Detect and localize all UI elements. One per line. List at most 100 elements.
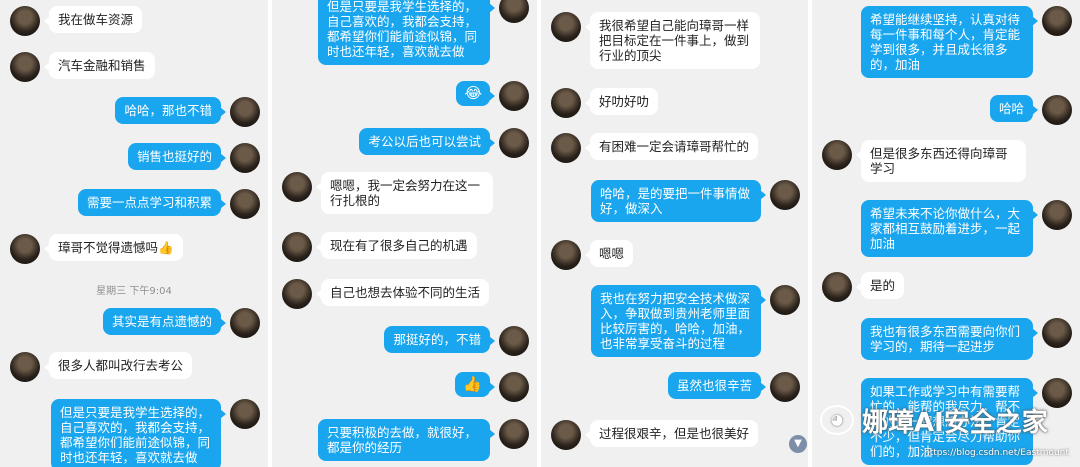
message-bubble[interactable]: 好叻好叻 bbox=[584, 88, 659, 115]
message-row: 好叻好叻 bbox=[551, 88, 659, 118]
avatar[interactable] bbox=[1042, 318, 1072, 348]
avatar[interactable] bbox=[770, 180, 800, 210]
avatar[interactable] bbox=[822, 140, 852, 170]
message-row: 璋哥不觉得遗憾吗👍 bbox=[10, 234, 183, 264]
message-row: 很多人都叫改行去考公 bbox=[10, 352, 193, 382]
avatar[interactable] bbox=[230, 97, 260, 127]
message-row: 哈哈，是的要把一件事情做好，做深入 bbox=[591, 180, 800, 222]
message-row: 考公以后也可以尝试 bbox=[359, 128, 529, 158]
message-row: 希望能继续坚持，认真对待每一件事和每个人，肯定能学到很多，并且成长很多的，加油 bbox=[861, 6, 1072, 78]
message-row: 嗯嗯 bbox=[551, 240, 634, 270]
message-bubble[interactable]: 现在有了很多自己的机遇 bbox=[316, 232, 477, 259]
message-row: 但是只要是我学生选择的，自己喜欢的，我都会支持，都希望你们能前途似锦，同时也还年… bbox=[318, 0, 529, 65]
avatar[interactable] bbox=[1042, 95, 1072, 125]
message-row: 过程很艰辛，但是也很美好 bbox=[551, 420, 759, 450]
message-row: 有困难一定会请璋哥帮忙的 bbox=[551, 133, 759, 163]
wechat-icon: ◕ bbox=[820, 405, 854, 435]
message-bubble[interactable]: 其实是有点遗憾的 bbox=[102, 308, 227, 335]
chevron-down-icon[interactable]: ▼ bbox=[789, 435, 807, 453]
message-bubble[interactable]: 嗯嗯，我一定会努力在这一行扎根的 bbox=[316, 172, 493, 214]
message-bubble[interactable]: 但是只要是我学生选择的，自己喜欢的，我都会支持，都希望你们能前途似锦，同时也还年… bbox=[318, 0, 495, 65]
message-bubble[interactable]: 销售也挺好的 bbox=[127, 143, 227, 170]
avatar[interactable] bbox=[551, 12, 581, 42]
message-row: 我在做车资源 bbox=[10, 6, 143, 36]
message-row: 是的 bbox=[822, 272, 905, 302]
avatar[interactable] bbox=[10, 234, 40, 264]
message-row: 我很希望自己能向璋哥一样把目标定在一件事上，做到行业的顶尖 bbox=[551, 12, 760, 69]
message-bubble[interactable]: 哈哈 bbox=[989, 95, 1039, 122]
message-bubble[interactable]: 希望能继续坚持，认真对待每一件事和每个人，肯定能学到很多，并且成长很多的，加油 bbox=[861, 6, 1038, 78]
message-row: 我也有很多东西需要向你们学习的，期待一起进步 bbox=[861, 318, 1072, 360]
message-bubble[interactable]: 自己也想去体验不同的生活 bbox=[315, 279, 490, 306]
message-bubble[interactable]: 嗯嗯 bbox=[584, 240, 634, 267]
message-bubble[interactable]: 我很希望自己能向璋哥一样把目标定在一件事上，做到行业的顶尖 bbox=[585, 12, 760, 69]
message-row: 但是只要是我学生选择的，自己喜欢的，我都会支持，都希望你们能前途似锦，同时也还年… bbox=[51, 399, 260, 467]
avatar[interactable] bbox=[10, 52, 40, 82]
message-bubble[interactable]: 哈哈，那也不错 bbox=[115, 97, 226, 124]
message-row: 👍 bbox=[455, 372, 529, 402]
avatar[interactable] bbox=[499, 81, 529, 111]
message-row: 汽车金融和销售 bbox=[10, 52, 155, 82]
message-bubble[interactable]: 只要积极的去做，就很好，都是你的经历 bbox=[318, 419, 495, 461]
avatar[interactable] bbox=[499, 128, 529, 158]
message-bubble[interactable]: 有困难一定会请璋哥帮忙的 bbox=[584, 133, 759, 160]
watermark-brand: 娜璋AI安全之家 bbox=[862, 407, 1048, 438]
avatar[interactable] bbox=[499, 326, 529, 356]
message-row: 那挺好的，不错 bbox=[384, 326, 529, 356]
message-row: 销售也挺好的 bbox=[127, 143, 260, 173]
message-row: 哈哈，那也不错 bbox=[115, 97, 260, 127]
message-bubble[interactable]: 但是只要是我学生选择的，自己喜欢的，我都会支持，都希望你们能前途似锦，同时也还年… bbox=[51, 399, 226, 467]
chat-panel-1: 我在做车资源 汽车金融和销售 哈哈，那也不错 销售也挺好的 需要一点点学习和积累… bbox=[0, 0, 268, 467]
watermark: ◕ 娜璋AI安全之家 bbox=[820, 400, 1078, 440]
message-row: 只要积极的去做，就很好，都是你的经历 bbox=[318, 419, 529, 461]
message-bubble[interactable]: 考公以后也可以尝试 bbox=[359, 128, 495, 155]
avatar[interactable] bbox=[282, 279, 312, 309]
avatar[interactable] bbox=[230, 143, 260, 173]
avatar[interactable] bbox=[499, 0, 529, 23]
message-row: 但是很多东西还得向璋哥学习 bbox=[822, 140, 1026, 182]
message-bubble[interactable]: 我也在努力把安全技术做深入，争取做到贵州老师里面比较厉害的，哈哈，加油，也非常享… bbox=[591, 285, 766, 357]
avatar[interactable] bbox=[10, 352, 40, 382]
message-bubble[interactable]: 希望未来不论你做什么，大家都相互鼓励着进步，一起加油 bbox=[861, 200, 1038, 257]
message-bubble[interactable]: 我在做车资源 bbox=[43, 6, 143, 33]
message-bubble[interactable]: 那挺好的，不错 bbox=[384, 326, 495, 353]
message-bubble[interactable]: 璋哥不觉得遗憾吗👍 bbox=[44, 234, 183, 261]
message-row: 嗯嗯，我一定会努力在这一行扎根的 bbox=[282, 172, 493, 214]
message-bubble[interactable]: 汽车金融和销售 bbox=[44, 52, 155, 79]
avatar[interactable] bbox=[770, 372, 800, 402]
laughing-emoji-icon[interactable]: 😂 bbox=[456, 81, 495, 106]
avatar[interactable] bbox=[499, 372, 529, 402]
message-bubble[interactable]: 是的 bbox=[855, 272, 905, 299]
avatar[interactable] bbox=[551, 133, 581, 163]
message-bubble[interactable]: 需要一点点学习和积累 bbox=[77, 189, 227, 216]
message-bubble[interactable]: 过程很艰辛，但是也很美好 bbox=[584, 420, 759, 447]
message-row: 其实是有点遗憾的 bbox=[102, 308, 260, 338]
avatar[interactable] bbox=[551, 240, 581, 270]
avatar[interactable] bbox=[230, 308, 260, 338]
avatar[interactable] bbox=[551, 420, 581, 450]
message-row: 我也在努力把安全技术做深入，争取做到贵州老师里面比较厉害的，哈哈，加油，也非常享… bbox=[591, 285, 800, 357]
message-bubble[interactable]: 但是很多东西还得向璋哥学习 bbox=[856, 140, 1026, 182]
watermark-url: https://blog.csdn.net/Eastmount bbox=[924, 448, 1069, 458]
avatar[interactable] bbox=[499, 419, 529, 449]
message-bubble[interactable]: 哈哈，是的要把一件事情做好，做深入 bbox=[591, 180, 766, 222]
avatar[interactable] bbox=[551, 88, 581, 118]
avatar[interactable] bbox=[230, 189, 260, 219]
chat-panel-3: 我很希望自己能向璋哥一样把目标定在一件事上，做到行业的顶尖 好叻好叻 有困难一定… bbox=[541, 0, 808, 467]
avatar[interactable] bbox=[230, 399, 260, 429]
message-bubble[interactable]: 很多人都叫改行去考公 bbox=[43, 352, 193, 379]
message-bubble[interactable]: 我也有很多东西需要向你们学习的，期待一起进步 bbox=[861, 318, 1038, 360]
avatar[interactable] bbox=[282, 232, 312, 262]
avatar[interactable] bbox=[770, 285, 800, 315]
message-bubble[interactable]: 虽然也很辛苦 bbox=[667, 372, 767, 399]
avatar[interactable] bbox=[1042, 200, 1072, 230]
avatar[interactable] bbox=[822, 272, 852, 302]
chat-panel-4: 希望能继续坚持，认真对待每一件事和每个人，肯定能学到很多，并且成长很多的，加油 … bbox=[812, 0, 1080, 467]
thumbs-up-emoji-icon[interactable]: 👍 bbox=[455, 372, 495, 397]
avatar[interactable] bbox=[282, 172, 312, 202]
avatar[interactable] bbox=[1042, 6, 1072, 36]
avatar[interactable] bbox=[10, 6, 40, 36]
chat-panel-2: 但是只要是我学生选择的，自己喜欢的，我都会支持，都希望你们能前途似锦，同时也还年… bbox=[272, 0, 537, 467]
message-row: 哈哈 bbox=[989, 95, 1072, 125]
message-row: 😂 bbox=[456, 81, 529, 111]
